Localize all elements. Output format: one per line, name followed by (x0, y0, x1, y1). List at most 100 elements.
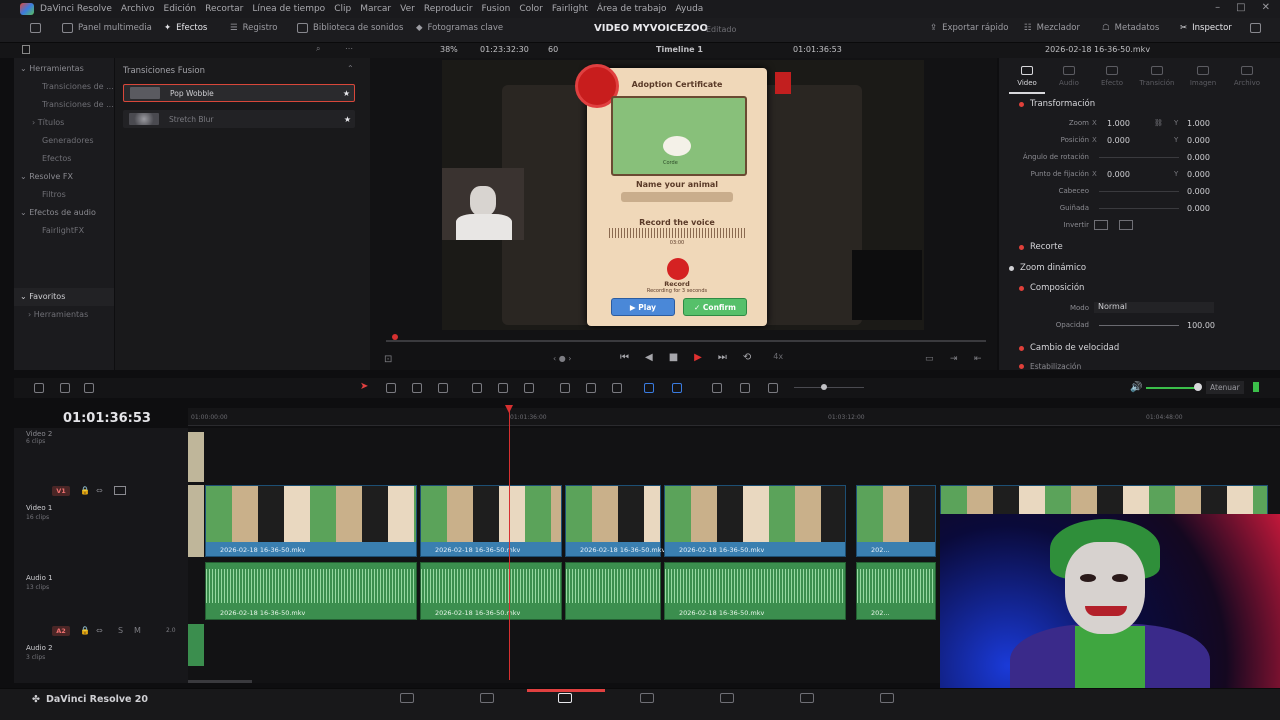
lock-icon[interactable] (612, 383, 622, 393)
tree-resolve-fx[interactable]: ⌄ Resolve FX (20, 172, 73, 181)
link-clips-icon[interactable] (586, 383, 596, 393)
effect-item-pop-wobble[interactable]: Pop Wobble ★ (123, 84, 355, 102)
metadata-button[interactable]: ☖ Metadatos (1102, 23, 1159, 33)
menu-fairlight[interactable]: Fairlight (552, 4, 588, 14)
color-page-icon[interactable] (720, 693, 734, 703)
lock-track-icon[interactable]: 🔒 (80, 626, 90, 635)
effect-item-stretch-blur[interactable]: Stretch Blur ★ (123, 110, 355, 128)
viewer-scrub-handle[interactable] (392, 334, 398, 340)
video-frame[interactable]: Adoption Certificate Corde Name your ani… (442, 60, 924, 330)
tree-item-transitions-video[interactable]: Transiciones de ... (42, 82, 114, 91)
volume-handle[interactable] (1194, 383, 1202, 391)
tree-tools-header[interactable]: ⌄ Herramientas (20, 64, 84, 73)
auto-select-icon[interactable]: ⇔ (96, 486, 103, 495)
marker-icon[interactable] (672, 383, 682, 393)
next-edit-icon[interactable]: ⇤ (974, 354, 982, 364)
zoom-full-icon[interactable] (712, 383, 722, 393)
view-options-icon[interactable] (60, 383, 70, 393)
favorites-row[interactable]: ⌄ Favoritos (14, 288, 114, 306)
inspector-tab-file[interactable]: Archivo (1229, 66, 1265, 87)
go-to-start-icon[interactable]: ⏮ (620, 352, 629, 363)
tree-item-filters[interactable]: Filtros (42, 190, 66, 199)
overwrite-clip-icon[interactable] (498, 383, 508, 393)
play-icon[interactable]: ▶ (694, 352, 702, 363)
inspector-button[interactable]: ✂ Inspector (1180, 23, 1232, 33)
menu-app[interactable]: DaVinci Resolve (40, 4, 112, 14)
viewer-crop-icon[interactable]: ⊡ (384, 354, 392, 365)
timeline-hscroll[interactable] (188, 680, 252, 683)
menu-fusion[interactable]: Fusion (482, 4, 511, 14)
playhead-line[interactable] (509, 405, 510, 680)
flip-horizontal-icon[interactable] (1094, 220, 1108, 230)
tree-item-transitions-audio[interactable]: Transiciones de ... (42, 100, 114, 109)
tree-fav-tools[interactable]: › Herramientas (28, 310, 88, 319)
minimize-icon[interactable]: – (1215, 2, 1220, 13)
tree-item-effects[interactable]: Efectos (42, 154, 71, 163)
v1-clip-lead[interactable] (188, 485, 204, 557)
reverse-play-icon[interactable]: ◀ (645, 352, 653, 363)
audio-clip[interactable]: 2026-02-18 16-36-50.mkv (664, 562, 846, 620)
menu-marcar[interactable]: Marcar (360, 4, 391, 14)
more-options-icon[interactable]: ⋯ (345, 44, 353, 53)
timeline-zoom-slider[interactable] (794, 387, 864, 388)
jog-control-icon[interactable]: ‹ ● › (553, 354, 571, 363)
prev-edit-icon[interactable]: ⇥ (950, 354, 958, 364)
tree-item-generators[interactable]: Generadores (42, 136, 93, 145)
audio-clip[interactable]: 2026-02-18 16-36-50.mkv (205, 562, 417, 620)
position-x-value[interactable]: 0.000 (1107, 136, 1130, 145)
menu-linea-tiempo[interactable]: Línea de tiempo (252, 4, 325, 14)
section-dynamic-zoom[interactable]: Zoom dinámico (1009, 263, 1086, 273)
index-button[interactable]: ☰ Registro (230, 23, 277, 33)
lock-track-icon[interactable]: 🔒 (80, 486, 90, 495)
dynamic-trim-icon[interactable] (438, 383, 448, 393)
volume-slider[interactable] (1146, 387, 1198, 389)
inspector-tab-image[interactable]: Imagen (1185, 66, 1221, 87)
layout-icon[interactable] (34, 383, 44, 393)
viewer-zoom[interactable]: 38% (440, 45, 458, 54)
viewer-scrub-bar[interactable] (386, 340, 986, 342)
selection-tool-icon[interactable]: ➤ (360, 381, 368, 392)
flip-vertical-icon[interactable] (1119, 220, 1133, 230)
keyframes-button[interactable]: ◆ Fotogramas clave (416, 23, 503, 33)
zoom-y-value[interactable]: 1.000 (1187, 119, 1210, 128)
inspector-tab-transition[interactable]: Transición (1139, 66, 1175, 87)
favorite-star-icon[interactable]: ★ (343, 89, 350, 98)
edit-page-icon[interactable] (558, 693, 572, 703)
section-crop[interactable]: Recorte (1019, 242, 1063, 252)
match-frame-icon[interactable]: ▭ (925, 354, 934, 364)
pitch-value[interactable]: 0.000 (1187, 187, 1210, 196)
stop-icon[interactable]: ■ (669, 352, 678, 363)
panel-toggle-icon[interactable] (30, 23, 41, 33)
volume-icon[interactable]: 🔊 (1130, 382, 1142, 393)
yaw-value[interactable]: 0.000 (1187, 204, 1210, 213)
snapping-icon[interactable] (560, 383, 570, 393)
media-pool-button[interactable]: Panel multimedia (62, 23, 152, 33)
tree-item-fairlightfx[interactable]: FairlightFX (42, 226, 84, 235)
rotation-value[interactable]: 0.000 (1187, 153, 1210, 162)
cut-page-icon[interactable] (480, 693, 494, 703)
opacity-slider[interactable] (1099, 325, 1179, 326)
go-to-end-icon[interactable]: ⏭ (718, 352, 727, 363)
close-icon[interactable]: ✕ (1262, 2, 1270, 13)
mixer-button[interactable]: ☷ Mezclador (1024, 23, 1080, 33)
section-transform[interactable]: Transformación (1019, 99, 1095, 109)
loop-icon[interactable]: ⟲ (743, 352, 751, 363)
fairlight-page-icon[interactable] (800, 693, 814, 703)
trim-tool-icon[interactable] (386, 383, 396, 393)
maximize-icon[interactable]: □ (1236, 2, 1245, 13)
audio-clip[interactable]: 2026-02-18 16-36-50.mkv (420, 562, 562, 620)
media-page-icon[interactable] (400, 693, 414, 703)
menu-archivo[interactable]: Archivo (121, 4, 155, 14)
audio-clip[interactable] (565, 562, 661, 620)
menu-ver[interactable]: Ver (400, 4, 415, 14)
flag-icon[interactable] (644, 383, 654, 393)
video-clip[interactable]: 2026-02-18 16-36-50.mkv (205, 485, 417, 557)
audio-meter-icon[interactable] (84, 383, 94, 393)
solo-icon[interactable]: S (118, 626, 123, 635)
inspector-tab-audio[interactable]: Audio (1051, 66, 1087, 87)
menu-color[interactable]: Color (519, 4, 543, 14)
deliver-page-icon[interactable] (880, 693, 894, 703)
zoom-x-value[interactable]: 1.000 (1107, 119, 1130, 128)
yaw-slider[interactable] (1099, 208, 1179, 209)
video-clip[interactable]: 2026-02-18 16-36-50.mkv (420, 485, 562, 557)
